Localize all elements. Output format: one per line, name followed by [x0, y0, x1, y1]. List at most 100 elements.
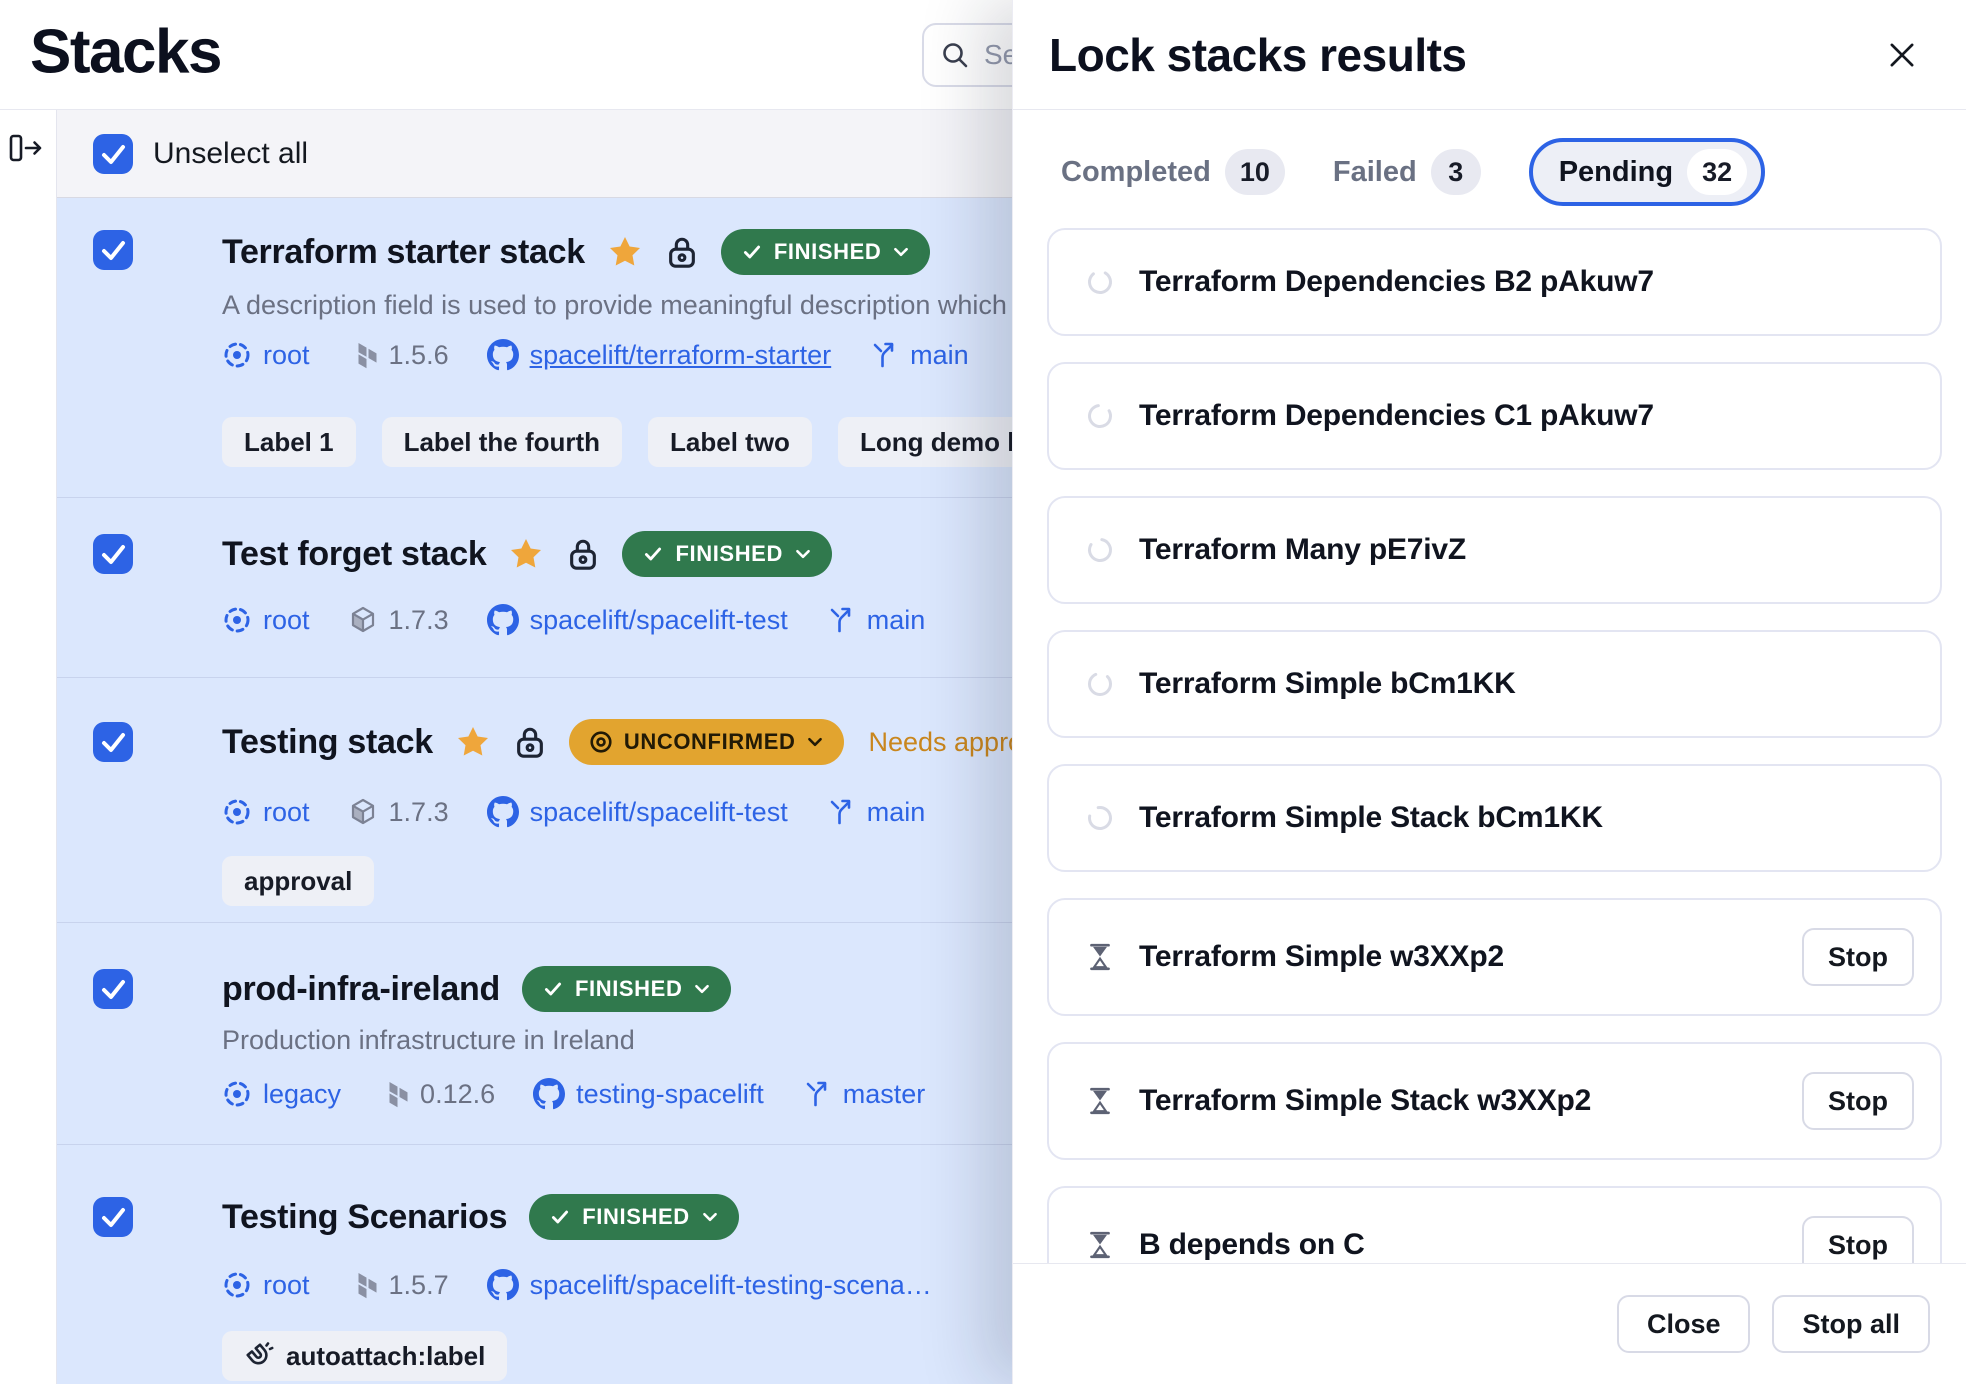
lock-result-item[interactable]: Terraform Simple bCm1KK: [1047, 630, 1942, 738]
close-button[interactable]: [1878, 31, 1926, 79]
chevron-down-icon: [794, 545, 812, 563]
stack-version: 1.7.3: [348, 797, 449, 828]
sidebar-expand-button[interactable]: [8, 128, 50, 168]
space-icon: [222, 1079, 252, 1109]
stack-label[interactable]: autoattach:label: [222, 1331, 507, 1381]
stack-space-link[interactable]: root: [222, 605, 310, 636]
spinner-icon: [1085, 804, 1115, 832]
chevron-down-icon: [693, 980, 711, 998]
stack-checkbox[interactable]: [93, 722, 133, 762]
tab-failed[interactable]: Failed 3: [1333, 149, 1481, 195]
stack-status-badge[interactable]: FINISHED: [721, 229, 930, 275]
hourglass-icon: [1085, 1230, 1115, 1260]
stack-status-label: UNCONFIRMED: [624, 729, 796, 755]
chevron-down-icon: [806, 733, 824, 751]
lock-result-item[interactable]: B depends on C Stop: [1047, 1186, 1942, 1263]
cube-icon: [348, 797, 378, 827]
stack-label[interactable]: Label the fourth: [382, 417, 622, 467]
space-icon: [222, 605, 252, 635]
lock-result-item[interactable]: Terraform Simple Stack bCm1KK: [1047, 764, 1942, 872]
select-all-label: Unselect all: [153, 137, 308, 171]
stack-name[interactable]: Terraform starter stack: [222, 233, 585, 272]
close-footer-button[interactable]: Close: [1617, 1295, 1751, 1353]
spinner-icon: [1085, 670, 1115, 698]
stack-repo-link[interactable]: spacelift/terraform-starter: [487, 339, 832, 371]
chevron-down-icon: [701, 1208, 719, 1226]
modal-tabs: Completed 10 Failed 3 Pending 32: [1061, 138, 1966, 206]
search-icon: [940, 40, 970, 70]
stack-repo-link[interactable]: spacelift/spacelift-testing-scena…: [487, 1269, 932, 1301]
left-rail: [0, 110, 57, 1384]
stack-version: 1.5.7: [348, 1270, 449, 1301]
check-icon: [549, 1206, 571, 1228]
stack-checkbox[interactable]: [93, 230, 133, 270]
space-icon: [222, 340, 252, 370]
stack-space-link[interactable]: root: [222, 797, 310, 828]
lock-result-item[interactable]: Terraform Dependencies B2 pAkuw7: [1047, 228, 1942, 336]
stack-branch-link[interactable]: main: [826, 797, 926, 828]
stack-version: 1.7.3: [348, 605, 449, 636]
stack-repo-link[interactable]: spacelift/spacelift-test: [487, 796, 788, 828]
github-icon: [487, 604, 519, 636]
stack-checkbox[interactable]: [93, 1197, 133, 1237]
star-icon[interactable]: [508, 536, 544, 572]
lock-result-item[interactable]: Terraform Simple w3XXp2 Stop: [1047, 898, 1942, 1016]
lock-result-item[interactable]: Terraform Simple Stack w3XXp2 Stop: [1047, 1042, 1942, 1160]
star-icon[interactable]: [607, 234, 643, 270]
stop-button[interactable]: Stop: [1802, 1216, 1914, 1263]
star-icon[interactable]: [455, 724, 491, 760]
stack-version: 1.5.6: [348, 340, 449, 371]
modal-header: Lock stacks results: [1013, 0, 1966, 110]
lock-icon: [513, 723, 547, 761]
stack-status-badge[interactable]: FINISHED: [529, 1194, 738, 1240]
stack-status-label: FINISHED: [774, 239, 881, 265]
stack-branch-link[interactable]: master: [802, 1079, 926, 1110]
tab-completed[interactable]: Completed 10: [1061, 149, 1285, 195]
space-icon: [222, 797, 252, 827]
page-title: Stacks: [30, 16, 221, 87]
stack-status-label: FINISHED: [675, 541, 782, 567]
stack-checkbox[interactable]: [93, 534, 133, 574]
modal-title: Lock stacks results: [1049, 28, 1467, 82]
stack-repo-link[interactable]: testing-spacelift: [533, 1078, 764, 1110]
branch-icon: [826, 605, 856, 635]
sidebar-expand-icon: [8, 133, 50, 163]
stack-space-link[interactable]: root: [222, 1270, 310, 1301]
stack-status-badge[interactable]: UNCONFIRMED: [569, 719, 845, 765]
stop-all-button[interactable]: Stop all: [1772, 1295, 1930, 1353]
stack-label[interactable]: Label two: [648, 417, 812, 467]
branch-icon: [802, 1079, 832, 1109]
stack-space-link[interactable]: root: [222, 340, 310, 371]
github-icon: [533, 1078, 565, 1110]
github-icon: [487, 1269, 519, 1301]
lock-result-item[interactable]: Terraform Many pE7ivZ: [1047, 496, 1942, 604]
stack-status-badge[interactable]: FINISHED: [622, 531, 831, 577]
tab-count-badge: 10: [1225, 149, 1285, 195]
spinner-icon: [1085, 402, 1115, 430]
stack-label[interactable]: Label 1: [222, 417, 356, 467]
check-icon: [642, 543, 664, 565]
stop-button[interactable]: Stop: [1802, 928, 1914, 986]
chevron-down-icon: [892, 243, 910, 261]
stack-checkbox[interactable]: [93, 969, 133, 1009]
lock-result-item[interactable]: Terraform Dependencies C1 pAkuw7: [1047, 362, 1942, 470]
stack-branch-link[interactable]: main: [826, 605, 926, 636]
stack-name[interactable]: Testing stack: [222, 723, 433, 762]
stack-space-link[interactable]: legacy: [222, 1079, 341, 1110]
stack-repo-link[interactable]: spacelift/spacelift-test: [487, 604, 788, 636]
tab-count-badge: 3: [1431, 149, 1481, 195]
modal-footer: Close Stop all: [1013, 1263, 1966, 1384]
space-icon: [222, 1270, 252, 1300]
stop-button[interactable]: Stop: [1802, 1072, 1914, 1130]
cube-icon: [348, 605, 378, 635]
branch-icon: [869, 340, 899, 370]
stack-name[interactable]: Testing Scenarios: [222, 1198, 507, 1237]
tab-pending[interactable]: Pending 32: [1529, 138, 1765, 206]
close-icon: [1884, 37, 1920, 73]
stack-branch-link[interactable]: main: [869, 340, 969, 371]
stack-name[interactable]: Test forget stack: [222, 535, 486, 574]
select-all-checkbox[interactable]: [93, 134, 133, 174]
stack-status-badge[interactable]: FINISHED: [522, 966, 731, 1012]
stack-name[interactable]: prod-infra-ireland: [222, 970, 500, 1009]
stack-label[interactable]: approval: [222, 856, 374, 906]
